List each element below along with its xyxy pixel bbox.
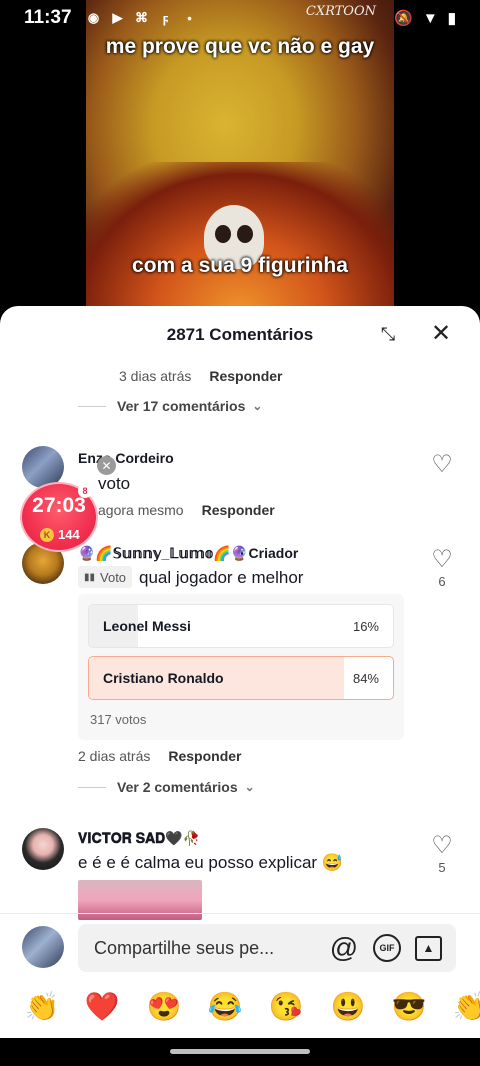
heart-icon[interactable]: ♡	[429, 831, 455, 860]
emoji-button[interactable]: 😂	[205, 990, 245, 1023]
reply-button[interactable]: Responder	[202, 502, 275, 518]
emoji-button[interactable]: ❤️	[82, 990, 122, 1023]
reply-button[interactable]: Responder	[209, 368, 282, 384]
video-caption-top: me prove que vc não e gay	[105, 35, 375, 58]
emoji-button[interactable]: 👏	[450, 990, 480, 1023]
creator-label: · Criador	[240, 545, 299, 561]
comments-count-title: 2871 Comentários	[166, 325, 314, 344]
mute-icon: 🔕	[394, 10, 413, 27]
coin-count: 144	[58, 527, 80, 542]
view-replies-button[interactable]: Ver 2 comentários ⌄	[78, 779, 255, 795]
comment-text: e é e é calma eu posso explicar 😅	[78, 853, 343, 872]
heart-icon[interactable]: ♡	[429, 450, 455, 479]
wifi-icon: ▼	[422, 9, 438, 27]
status-bar: 11:37 ◉ ▶ ⌘ ϝ • 🔕 ▼ ▮	[0, 0, 480, 36]
comment-time: agora mesmo	[98, 502, 184, 518]
heart-icon[interactable]: ♡	[429, 545, 455, 574]
image-icon[interactable]: ▲	[415, 935, 442, 961]
play-icon: ▶	[112, 10, 123, 25]
comment-meta: agora mesmo Responder	[98, 502, 275, 518]
view-replies-label: Ver 2 comentários	[117, 779, 238, 795]
divider-line	[78, 786, 106, 788]
emoji-button[interactable]: 😍	[144, 990, 184, 1023]
battery-icon: ▮	[447, 10, 456, 27]
view-replies-button[interactable]: Ver 17 comentários ⌄	[78, 398, 262, 414]
close-icon[interactable]: ✕	[428, 320, 454, 347]
comment-meta: 2 dias atrás Responder	[78, 748, 242, 764]
poll-total-votes: 317 votos	[90, 712, 147, 727]
comment-input[interactable]: Compartilhe seus pe... @ GIF ▲	[78, 924, 456, 972]
vote-tag-label: Voto	[100, 569, 127, 585]
close-timer-icon[interactable]: ✕	[97, 456, 116, 475]
camera-icon: ◉	[87, 10, 100, 25]
poll-bars-icon: ▮▮	[84, 571, 96, 583]
emoji-button[interactable]: 😃	[328, 990, 368, 1023]
poll-option[interactable]: Leonel Messi 16%	[88, 604, 394, 648]
comment-image-thumbnail[interactable]	[78, 880, 202, 920]
view-replies-label: Ver 17 comentários	[117, 398, 246, 414]
emoji-button[interactable]: 😎	[389, 990, 429, 1023]
emoji-button[interactable]: 👏	[22, 990, 62, 1023]
emoji-quick-row: 👏 ❤️ 😍 😂 😘 😃 😎 👏	[0, 990, 480, 1038]
dot-icon: •	[187, 10, 192, 26]
home-gesture-pill[interactable]	[170, 1049, 310, 1054]
composer-divider	[0, 913, 480, 914]
thread-meta: 3 dias atrás Responder	[119, 368, 283, 384]
reply-button[interactable]: Responder	[168, 748, 241, 764]
poll-option-percent: 16%	[352, 619, 379, 634]
divider-line	[78, 405, 106, 407]
poll-option-label: Leonel Messi	[103, 618, 191, 634]
comment-username[interactable]: 🔮🌈𝕊𝕦𝕟𝕟𝕪_𝕃𝕦𝕞𝕠🌈🔮	[78, 545, 248, 562]
like-count: 5	[438, 860, 446, 875]
status-time: 11:37	[24, 7, 72, 28]
comment-input-placeholder[interactable]: Compartilhe seus pe...	[94, 938, 329, 959]
app-icon: ⌘	[135, 10, 149, 25]
status-right: 🔕 ▼ ▮	[394, 9, 456, 28]
comment-username[interactable]: 𝐕𝐈𝐂𝐓𝐎𝐑 𝐒𝐀𝐃🖤🥀	[78, 830, 200, 847]
comment-text: voto	[98, 474, 131, 493]
gif-icon[interactable]: GIF	[373, 934, 401, 962]
vote-tag: ▮▮ Voto	[78, 566, 133, 588]
video-player[interactable]: me prove que vc não e gay com a sua 9 fi…	[86, 0, 394, 312]
user-avatar	[22, 926, 64, 968]
poll-option-label: Cristiano Ronaldo	[103, 670, 224, 686]
emoji-button[interactable]: 😘	[266, 990, 306, 1023]
chevron-down-icon: ⌄	[252, 399, 263, 413]
expand-icon[interactable]: ⤡	[378, 324, 398, 344]
chevron-down-icon: ⌄	[244, 780, 255, 794]
comment-username[interactable]: Enzo Cordeiro	[78, 450, 174, 466]
poll-option-percent: 84%	[352, 671, 379, 686]
poll-option-selected[interactable]: Cristiano Ronaldo 84%	[88, 656, 394, 700]
flash-icon: ϝ	[162, 10, 169, 26]
coin-icon: K	[40, 527, 54, 542]
video-caption-bottom: com a sua 9 figurinha	[132, 254, 348, 277]
system-nav-bar	[0, 1038, 480, 1066]
comment-time: 2 dias atrás	[78, 748, 151, 764]
timer-badge: 8	[78, 484, 92, 498]
comment-time: 3 dias atrás	[119, 368, 192, 384]
comment-text: qual jogador e melhor	[139, 568, 304, 587]
avatar[interactable]	[22, 828, 64, 870]
timer-coins: K 144	[40, 527, 80, 542]
poll-card: Leonel Messi 16% Cristiano Ronaldo 84% 3…	[78, 594, 404, 740]
like-count: 6	[438, 574, 446, 589]
sheet-header: 2871 Comentários ⤡ ✕	[0, 306, 480, 364]
mention-icon[interactable]: @	[329, 932, 359, 963]
reward-timer-widget[interactable]: 27:03 K 144 8	[20, 482, 98, 552]
